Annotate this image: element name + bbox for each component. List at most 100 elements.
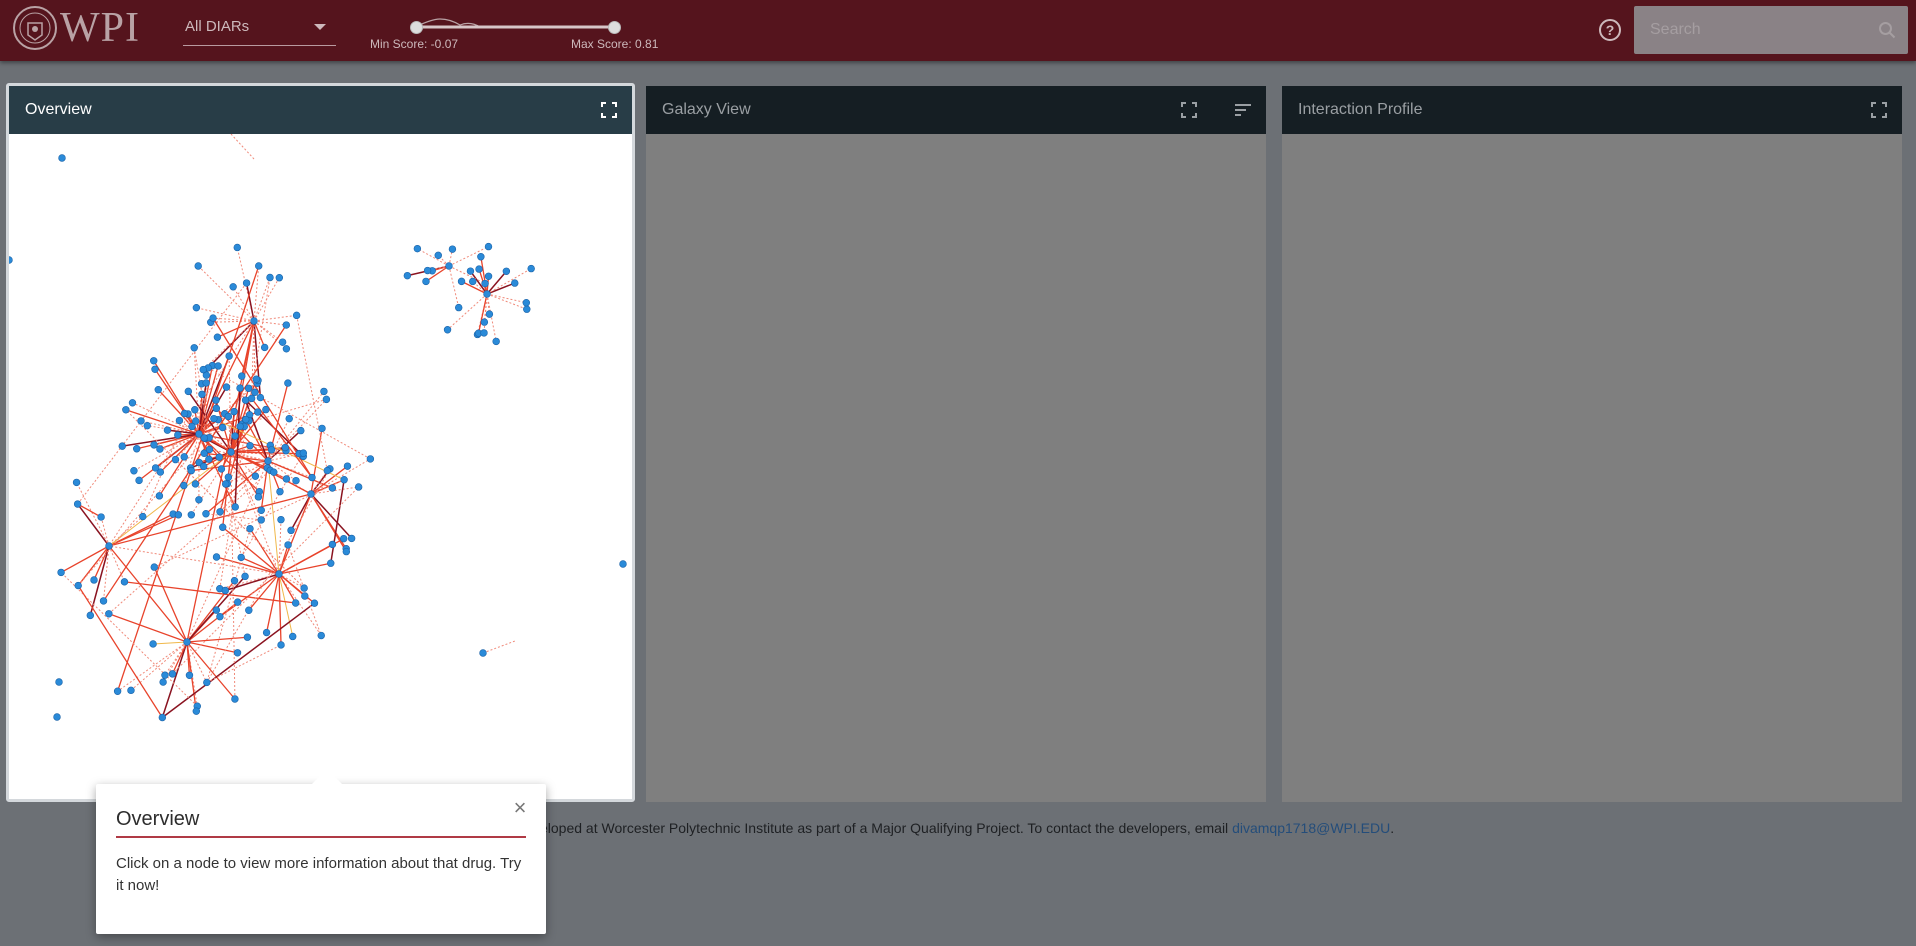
graph-node[interactable]	[202, 510, 210, 518]
graph-node[interactable]	[343, 462, 352, 470]
graph-node[interactable]	[53, 713, 61, 721]
search-icon[interactable]	[1878, 21, 1896, 39]
graph-node[interactable]	[238, 372, 246, 380]
graph-node[interactable]	[244, 384, 253, 392]
graph-node[interactable]	[619, 560, 627, 568]
graph-node[interactable]	[275, 274, 284, 282]
graph-node[interactable]	[246, 441, 254, 450]
graph-node[interactable]	[328, 540, 337, 549]
graph-node[interactable]	[434, 251, 442, 260]
score-range-slider[interactable]	[410, 13, 621, 39]
graph-node[interactable]	[254, 408, 262, 416]
graph-node[interactable]	[213, 333, 222, 341]
graph-node[interactable]	[143, 421, 151, 430]
graph-node[interactable]	[233, 243, 241, 252]
graph-node[interactable]	[231, 432, 239, 440]
graph-node[interactable]	[150, 441, 158, 449]
graph-node[interactable]	[199, 462, 208, 471]
graph-node[interactable]	[270, 468, 278, 476]
graph-node[interactable]	[192, 707, 201, 715]
graph-node[interactable]	[105, 610, 113, 618]
graph-node[interactable]	[216, 508, 224, 516]
graph-node[interactable]	[322, 395, 331, 404]
graph-node[interactable]	[135, 476, 143, 485]
graph-node[interactable]	[212, 404, 221, 413]
graph-node[interactable]	[354, 483, 363, 491]
graph-node[interactable]	[225, 352, 233, 360]
graph-node[interactable]	[183, 638, 191, 646]
graph-node[interactable]	[230, 576, 239, 585]
graph-node[interactable]	[215, 453, 223, 461]
graph-node[interactable]	[277, 515, 285, 524]
graph-node[interactable]	[151, 464, 160, 472]
graph-node[interactable]	[99, 597, 108, 605]
graph-node[interactable]	[180, 409, 189, 418]
graph-node[interactable]	[171, 455, 180, 464]
search-input[interactable]	[1634, 6, 1874, 54]
graph-node[interactable]	[149, 640, 157, 648]
graph-node[interactable]	[120, 578, 129, 586]
graph-node[interactable]	[191, 480, 200, 488]
fullscreen-icon[interactable]	[1870, 101, 1888, 119]
graph-node[interactable]	[511, 279, 519, 287]
graph-node[interactable]	[277, 641, 285, 649]
graph-node[interactable]	[308, 473, 316, 482]
graph-node[interactable]	[307, 490, 315, 498]
graph-node[interactable]	[457, 277, 466, 286]
graph-node[interactable]	[127, 686, 135, 695]
graph-node[interactable]	[155, 492, 164, 500]
graph-node[interactable]	[267, 446, 276, 454]
graph-node[interactable]	[477, 253, 485, 261]
graph-node[interactable]	[191, 406, 199, 414]
graph-node[interactable]	[210, 414, 218, 423]
graph-node[interactable]	[289, 632, 297, 641]
graph-node[interactable]	[252, 375, 260, 383]
graph-node[interactable]	[192, 303, 201, 312]
graph-node[interactable]	[231, 695, 239, 703]
graph-node[interactable]	[150, 563, 158, 571]
graph-node[interactable]	[260, 343, 269, 352]
graph-node[interactable]	[190, 344, 198, 352]
graph-node[interactable]	[310, 599, 319, 607]
graph-node[interactable]	[413, 244, 422, 253]
graph-node[interactable]	[366, 455, 375, 463]
graph-node[interactable]	[292, 476, 300, 485]
graph-node[interactable]	[299, 449, 308, 457]
graph-node[interactable]	[257, 516, 265, 524]
graph-node[interactable]	[175, 416, 184, 425]
graph-node[interactable]	[284, 541, 292, 549]
graph-node[interactable]	[139, 512, 147, 521]
graph-node[interactable]	[122, 406, 130, 414]
graph-node[interactable]	[347, 534, 356, 543]
graph-node[interactable]	[443, 326, 452, 334]
graph-node[interactable]	[292, 311, 301, 320]
graph-node[interactable]	[256, 393, 265, 402]
graph-node[interactable]	[154, 385, 162, 394]
graph-node[interactable]	[492, 337, 500, 346]
graph-node[interactable]	[484, 242, 493, 251]
graph-node[interactable]	[255, 262, 263, 270]
graph-node[interactable]	[242, 279, 251, 287]
graph-node[interactable]	[422, 277, 430, 286]
graph-node[interactable]	[97, 513, 105, 521]
graph-node[interactable]	[222, 383, 231, 391]
graph-node[interactable]	[198, 390, 206, 398]
graph-node[interactable]	[245, 606, 253, 614]
graph-node[interactable]	[203, 678, 211, 687]
graph-node[interactable]	[479, 649, 487, 657]
graph-node[interactable]	[151, 365, 159, 374]
diar-filter-select[interactable]: All DIARs	[183, 14, 336, 46]
graph-node[interactable]	[484, 272, 493, 280]
graph-node[interactable]	[445, 262, 453, 270]
graph-node[interactable]	[250, 317, 258, 325]
graph-node[interactable]	[483, 290, 491, 298]
graph-node[interactable]	[188, 422, 196, 431]
graph-node[interactable]	[300, 584, 308, 592]
graph-node[interactable]	[133, 445, 141, 453]
graph-node[interactable]	[230, 407, 238, 416]
graph-node[interactable]	[340, 476, 348, 484]
graph-node[interactable]	[194, 262, 202, 270]
graph-node[interactable]	[187, 466, 195, 475]
graph-node[interactable]	[86, 611, 95, 620]
graph-node[interactable]	[241, 572, 249, 581]
